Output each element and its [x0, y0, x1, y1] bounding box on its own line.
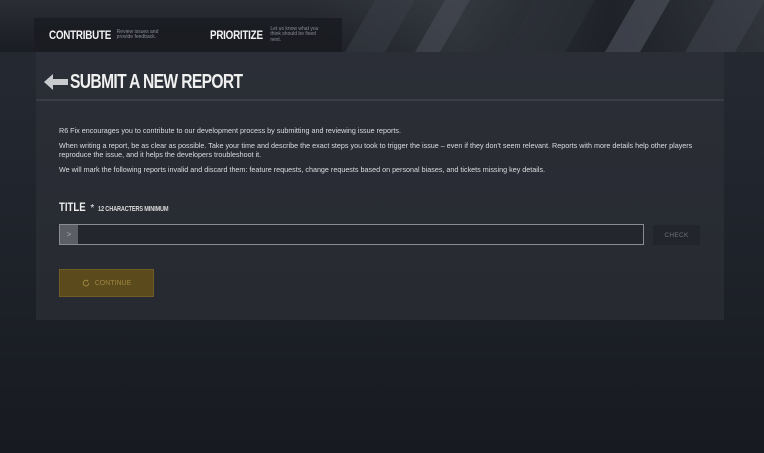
check-button[interactable]: CHECK [653, 225, 700, 245]
banner-artwork [684, 0, 764, 52]
title-label: TITLE [59, 200, 86, 214]
nav-item-label: PRIORITIZE [210, 28, 263, 42]
continue-button[interactable]: CONTINUE [59, 269, 154, 297]
report-panel: SUBMIT A NEW REPORT R6 Fix encourages yo… [36, 52, 724, 320]
arrow-left-icon[interactable] [42, 72, 70, 92]
page: CONTRIBUTE Review issues and provide fee… [0, 0, 764, 453]
intro-paragraph: We will mark the following reports inval… [59, 165, 546, 174]
header-banner: CONTRIBUTE Review issues and provide fee… [0, 0, 764, 52]
title-field: > [59, 224, 644, 245]
required-mark: * [90, 203, 95, 214]
panel-header: SUBMIT A NEW REPORT [36, 52, 724, 101]
title-field-label-row: TITLE * 12 CHARACTERS MINIMUM [59, 200, 186, 214]
nav-item-description: Let us know what you think should be fix… [270, 25, 319, 43]
intro-text: R6 Fix encourages you to contribute to o… [59, 126, 709, 180]
title-input[interactable] [78, 225, 643, 244]
page-title: SUBMIT A NEW REPORT [70, 71, 243, 93]
title-hint: 12 CHARACTERS MINIMUM [98, 206, 169, 213]
banner-artwork [414, 0, 471, 52]
intro-paragraph: R6 Fix encourages you to contribute to o… [59, 126, 401, 135]
nav-item-contribute[interactable]: CONTRIBUTE Review issues and provide fee… [34, 18, 192, 52]
refresh-icon [82, 279, 89, 287]
continue-label: CONTINUE [94, 279, 132, 287]
nav-item-description: Review issues and provide feedback. [116, 28, 159, 40]
banner-artwork [504, 0, 596, 52]
chevron-right-icon: > [60, 225, 78, 244]
intro-paragraph: When writing a report, be as clear as po… [59, 141, 693, 159]
nav-item-label: CONTRIBUTE [49, 28, 112, 42]
banner-artwork [344, 0, 416, 52]
top-nav: CONTRIBUTE Review issues and provide fee… [34, 18, 342, 52]
nav-item-prioritize[interactable]: PRIORITIZE Let us know what you think sh… [192, 18, 342, 52]
banner-artwork [604, 0, 671, 52]
